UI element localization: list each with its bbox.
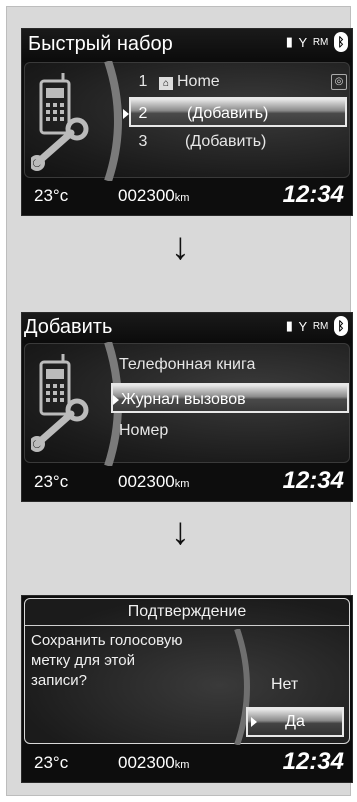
battery-icon: ▮ bbox=[285, 318, 293, 333]
item-number: 2 bbox=[138, 105, 148, 122]
item-label: (Добавить) bbox=[185, 133, 267, 150]
dialog-title: Подтверждение bbox=[25, 599, 349, 626]
odometer-unit: km bbox=[174, 478, 190, 490]
clock: 12:34 bbox=[282, 467, 344, 494]
odometer: 002300km bbox=[118, 186, 189, 206]
message-line: метку для этой bbox=[31, 652, 135, 669]
item-label: Журнал вызовов bbox=[121, 391, 246, 408]
yes-label: Да bbox=[285, 713, 305, 730]
signal-icon: Y bbox=[298, 34, 308, 50]
screen-title: Быстрый набор bbox=[28, 33, 173, 55]
phone-wrench-icon bbox=[31, 354, 89, 452]
down-arrow-icon: ↓ bbox=[171, 511, 190, 553]
menu-arc bbox=[104, 61, 122, 181]
clock: 12:34 bbox=[282, 748, 344, 775]
item-number: 1 bbox=[138, 73, 148, 90]
phone-wrench-icon bbox=[31, 73, 89, 171]
odometer: 002300km bbox=[118, 472, 189, 492]
temperature: 23°c bbox=[34, 753, 69, 772]
temperature: 23°c bbox=[34, 472, 69, 491]
odometer-value: 002300 bbox=[118, 186, 175, 205]
odometer: 002300km bbox=[118, 753, 189, 773]
title-bar: Добавить ▮ Y RM ᛒ bbox=[22, 313, 352, 343]
title-bar: Быстрый набор ▮ Y RM ᛒ bbox=[22, 29, 352, 62]
status-icons: ▮ Y RM ᛒ bbox=[284, 316, 348, 336]
item-label: (Добавить) bbox=[187, 105, 269, 122]
screen-title: Добавить bbox=[24, 316, 113, 338]
speed-dial-menu: 1 ⌂ Home ◎ 2 (Добавить) 3 (Добавить) bbox=[24, 61, 350, 181]
info-bar: 23°c 002300km 12:34 bbox=[22, 463, 352, 501]
message-line: Сохранить голосовую bbox=[31, 632, 183, 649]
item-text: Home bbox=[177, 73, 220, 90]
roaming-label: RM bbox=[312, 320, 329, 332]
down-arrow-icon: ↓ bbox=[171, 226, 190, 268]
list-item[interactable]: Номер bbox=[119, 416, 349, 446]
selection-pointer-icon bbox=[113, 395, 119, 405]
confirmation-screen: Подтверждение Сохранить голосовую метку … bbox=[21, 595, 353, 783]
speed-dial-screen: Быстрый набор ▮ Y RM ᛒ 1 ⌂ Home ◎ 2 (Доб… bbox=[21, 28, 353, 216]
clock: 12:34 bbox=[282, 181, 344, 208]
dialog-message: Сохранить голосовую метку для этой запис… bbox=[31, 631, 241, 691]
list-item-selected[interactable]: Журнал вызовов bbox=[111, 383, 349, 413]
yes-option[interactable]: Да bbox=[246, 707, 344, 737]
odometer-value: 002300 bbox=[118, 753, 175, 772]
info-bar: 23°c 002300km 12:34 bbox=[22, 177, 352, 215]
item-label: Номер bbox=[119, 422, 169, 439]
item-number: 3 bbox=[138, 133, 148, 150]
no-option[interactable]: Нет bbox=[271, 676, 298, 694]
bluetooth-icon: ᛒ bbox=[334, 32, 348, 52]
roaming-label: RM bbox=[312, 36, 329, 48]
item-label: ⌂ Home bbox=[159, 67, 220, 97]
confirmation-dialog: Подтверждение Сохранить голосовую метку … bbox=[24, 598, 350, 745]
list-item[interactable]: 1 ⌂ Home ◎ bbox=[135, 67, 347, 97]
battery-icon: ▮ bbox=[285, 34, 293, 49]
message-line: записи? bbox=[31, 672, 87, 689]
bluetooth-icon: ᛒ bbox=[334, 316, 348, 336]
item-label: Телефонная книга bbox=[119, 356, 256, 373]
voice-tag-icon: ◎ bbox=[331, 74, 347, 90]
status-icons: ▮ Y RM ᛒ bbox=[284, 32, 348, 52]
home-icon: ⌂ bbox=[159, 77, 173, 90]
list-item[interactable]: Телефонная книга bbox=[119, 350, 349, 380]
temperature: 23°c bbox=[34, 186, 69, 205]
add-screen: Добавить ▮ Y RM ᛒ Телефонная книга Журна… bbox=[21, 312, 353, 502]
selection-pointer-icon bbox=[251, 717, 257, 727]
add-menu: Телефонная книга Журнал вызовов Номер bbox=[24, 342, 350, 466]
list-item[interactable]: 3 (Добавить) bbox=[135, 127, 345, 157]
odometer-unit: km bbox=[174, 192, 190, 204]
info-bar: 23°c 002300km 12:34 bbox=[22, 744, 352, 782]
odometer-value: 002300 bbox=[118, 472, 175, 491]
list-item-selected[interactable]: 2 (Добавить) bbox=[123, 97, 347, 127]
signal-icon: Y bbox=[298, 318, 308, 334]
selection-pointer-icon bbox=[123, 109, 129, 119]
odometer-unit: km bbox=[174, 759, 190, 771]
